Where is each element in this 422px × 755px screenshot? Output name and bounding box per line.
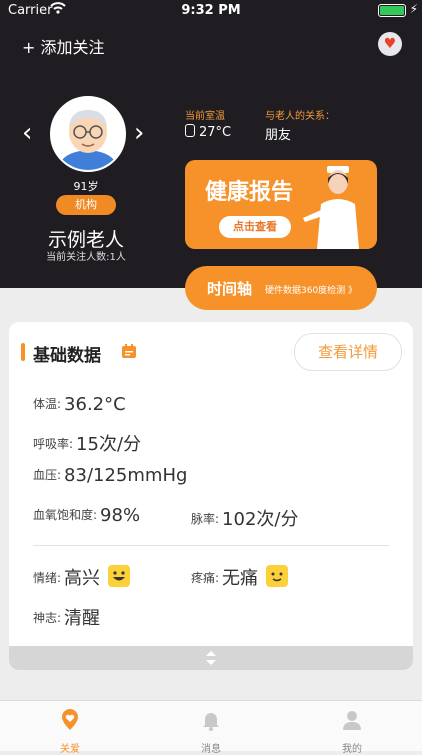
institution-badge: 机构 xyxy=(56,195,116,215)
temperature-row: 体温: 36.2°C xyxy=(33,394,126,415)
expand-arrows-icon xyxy=(206,651,216,665)
clock: 9:32 PM xyxy=(181,3,241,18)
status-bar: Carrier 9:32 PM ⚡ xyxy=(0,0,422,22)
section-accent-bar xyxy=(21,343,25,361)
tab-mine-label: 我的 xyxy=(342,744,362,755)
avatar[interactable] xyxy=(50,96,126,172)
calendar-icon xyxy=(122,344,136,358)
blood-pressure-row: 血压: 83/125mmHg xyxy=(33,465,188,486)
view-report-button[interactable]: 点击查看 xyxy=(219,216,291,238)
prev-arrow-icon[interactable]: ‹ xyxy=(22,118,32,148)
consciousness-row: 神志: 清醒 xyxy=(33,608,101,629)
tab-bar: 关爱 消息 我的 xyxy=(0,700,422,755)
room-temp-label: 当前室温 xyxy=(185,111,225,122)
tab-messages[interactable]: 消息 xyxy=(141,701,281,755)
basic-data-title: 基础数据 xyxy=(33,346,101,366)
view-details-button[interactable]: 查看详情 xyxy=(294,333,402,371)
tab-messages-label: 消息 xyxy=(201,744,221,755)
follow-count: 当前关注人数:1人 xyxy=(46,252,126,263)
basic-data-card: 基础数据 查看详情 体温: 36.2°C 呼吸率: 15次/分 血压: 83/125m… xyxy=(9,322,413,670)
respiration-row: 呼吸率: 15次/分 xyxy=(33,434,142,455)
age-label: 91岁 xyxy=(73,180,99,193)
relation-value: 朋友 xyxy=(265,128,292,143)
tab-care[interactable]: 关爱 xyxy=(0,701,140,755)
pulse-row: 脉率: 102次/分 xyxy=(191,509,299,530)
health-report-banner[interactable]: 健康报告 点击查看 xyxy=(185,160,377,249)
relation-label: 与老人的关系： xyxy=(265,111,335,122)
header-panel: Carrier 9:32 PM ⚡ + 添加关注 ♥ ‹ › 91岁 机构 示例… xyxy=(0,0,422,288)
health-report-title: 健康报告 xyxy=(205,180,294,205)
pain-row: 疼痛: 无痛 xyxy=(191,564,288,590)
nurse-illustration xyxy=(303,166,359,249)
thermometer-icon xyxy=(185,124,195,137)
battery-icon xyxy=(378,4,406,17)
heart-chat-icon[interactable]: ♥ xyxy=(378,32,402,56)
bell-icon xyxy=(203,713,219,731)
user-icon xyxy=(343,711,361,730)
elder-face-icon xyxy=(52,98,124,170)
tab-care-label: 关爱 xyxy=(60,744,80,755)
mood-row: 情绪: 高兴 xyxy=(33,564,130,590)
charging-icon: ⚡ xyxy=(409,2,418,16)
divider xyxy=(33,545,389,546)
smile-face-icon xyxy=(265,565,288,587)
timeline-subtitle: 硬件数据360度检测 》 xyxy=(265,286,358,296)
expand-handle[interactable] xyxy=(9,646,413,670)
room-temp-value: 27°C xyxy=(185,124,231,140)
happy-face-icon xyxy=(107,565,130,587)
location-heart-icon xyxy=(62,709,78,730)
add-follow-button[interactable]: + 添加关注 xyxy=(22,34,105,58)
next-arrow-icon[interactable]: › xyxy=(134,118,144,148)
tab-mine[interactable]: 我的 xyxy=(282,701,422,755)
timeline-button[interactable]: 时间轴 硬件数据360度检测 》 xyxy=(185,266,377,310)
spo2-row: 血氧饱和度: 98% xyxy=(33,505,141,526)
timeline-title: 时间轴 xyxy=(207,280,253,298)
